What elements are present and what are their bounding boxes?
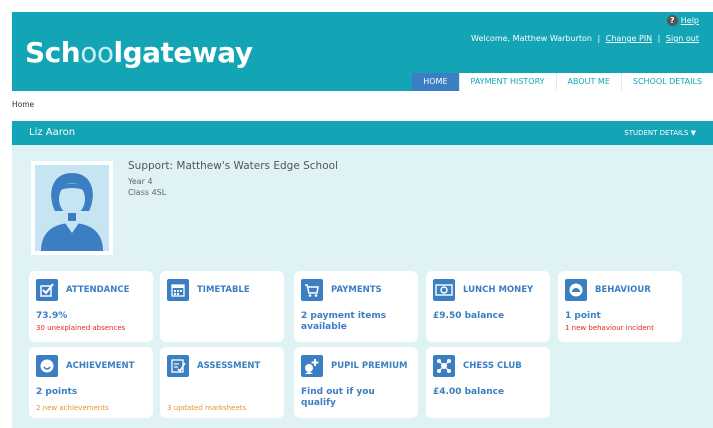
tab-home[interactable]: HOME <box>412 73 459 91</box>
tile-chess-club[interactable]: CHESS CLUB £4.00 balance <box>426 347 550 418</box>
tile-payments[interactable]: PAYMENTS 2 payment items available <box>294 271 418 342</box>
tile-title: BEHAVIOUR <box>595 285 651 295</box>
tile-title: ACHIEVEMENT <box>66 361 135 371</box>
header: Schoolgateway ? Help Welcome, Matthew Wa… <box>12 12 713 91</box>
logo-text-3: lgateway <box>113 36 253 69</box>
tile-attendance[interactable]: ATTENDANCE 73.9% 30 unexplained absences <box>29 271 153 342</box>
calendar-icon <box>167 279 189 301</box>
change-pin-link[interactable]: Change PIN <box>606 34 652 43</box>
tab-about-me[interactable]: ABOUT ME <box>555 73 621 91</box>
tile-note: 30 unexplained absences <box>36 324 126 332</box>
sign-out-link[interactable]: Sign out <box>666 34 699 43</box>
student-class: Class 4SL <box>128 188 167 197</box>
tile-assessment[interactable]: ASSESSMENT 3 updated marksheets <box>160 347 284 418</box>
tab-payment-history[interactable]: PAYMENT HISTORY <box>458 73 556 91</box>
avatar-silhouette-icon <box>35 165 109 251</box>
support-school: Support: Matthew's Waters Edge School <box>128 160 338 172</box>
student-year: Year 4 <box>128 177 153 186</box>
tile-title: PUPIL PREMIUM <box>331 361 408 371</box>
tab-school-details[interactable]: SCHOOL DETAILS <box>620 73 713 91</box>
clipboard-check-icon <box>167 355 189 377</box>
tile-title: TIMETABLE <box>197 285 250 295</box>
help-icon[interactable]: ? <box>666 15 678 26</box>
avatar <box>31 161 113 255</box>
smiley-icon <box>36 355 58 377</box>
breadcrumb[interactable]: Home <box>12 100 34 109</box>
tile-timetable[interactable]: TIMETABLE <box>160 271 284 342</box>
tile-lunch-money[interactable]: LUNCH MONEY £9.50 balance <box>426 271 550 342</box>
pupil-plus-icon <box>301 355 323 377</box>
tile-value: 2 points <box>36 387 78 397</box>
tile-title: ASSESSMENT <box>197 361 261 371</box>
tile-title: CHESS CLUB <box>463 361 522 371</box>
money-icon <box>433 279 455 301</box>
logo-text-1: Sch <box>25 36 81 69</box>
tile-value: Find out if you qualify <box>301 387 375 408</box>
tile-value: 73.9% <box>36 311 68 321</box>
separator: | <box>657 34 661 43</box>
student-bar: Liz Aaron STUDENT DETAILS ▼ <box>12 121 713 145</box>
tile-value: £4.00 balance <box>433 387 505 397</box>
help-link[interactable]: Help <box>681 16 699 25</box>
gauge-icon <box>565 279 587 301</box>
logo-text-2: oo <box>80 36 114 69</box>
tile-value: £9.50 balance <box>433 311 505 321</box>
main-nav-tabs: HOME PAYMENT HISTORY ABOUT ME SCHOOL DET… <box>412 73 713 91</box>
student-name: Liz Aaron <box>29 127 76 138</box>
schoolgateway-logo[interactable]: Schoolgateway <box>25 36 253 69</box>
tile-note: 3 updated marksheets <box>167 404 247 412</box>
tile-value: 2 payment items available <box>301 311 387 332</box>
tile-note: 2 new achievements <box>36 404 109 412</box>
welcome-text: Welcome, Matthew Warburton <box>471 34 592 43</box>
tile-title: PAYMENTS <box>331 285 382 295</box>
tile-behaviour[interactable]: BEHAVIOUR 1 point 1 new behaviour incide… <box>558 271 682 342</box>
club-icon <box>433 355 455 377</box>
cart-icon <box>301 279 323 301</box>
tile-achievement[interactable]: ACHIEVEMENT 2 points 2 new achievements <box>29 347 153 418</box>
checkbox-icon <box>36 279 58 301</box>
tile-title: LUNCH MONEY <box>463 285 534 295</box>
tile-value: 1 point <box>565 311 601 321</box>
tile-title: ATTENDANCE <box>66 285 130 295</box>
student-details-dropdown[interactable]: STUDENT DETAILS ▼ <box>624 129 696 137</box>
student-panel: Support: Matthew's Waters Edge School Ye… <box>12 145 713 428</box>
separator: | <box>597 34 601 43</box>
welcome-bar: Welcome, Matthew Warburton | Change PIN … <box>471 34 699 43</box>
tile-pupil-premium[interactable]: PUPIL PREMIUM Find out if you qualify <box>294 347 418 418</box>
tile-note: 1 new behaviour incident <box>565 324 654 332</box>
help-link-group: ? Help <box>666 15 699 26</box>
